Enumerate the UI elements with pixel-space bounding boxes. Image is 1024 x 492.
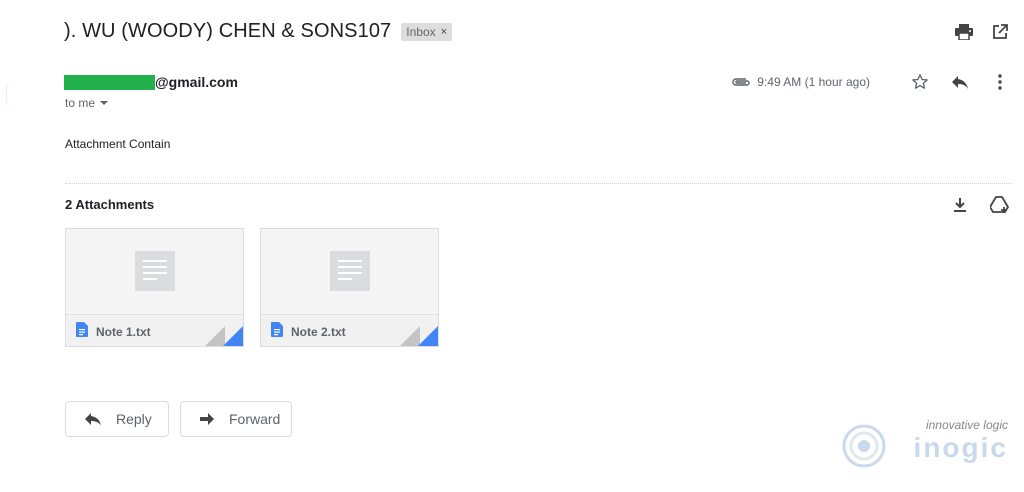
forward-icon [200, 413, 214, 425]
file-corner-fold [400, 326, 438, 346]
forward-button[interactable]: Forward [180, 401, 292, 437]
sender-avatar-edge [6, 80, 16, 110]
attachment-card[interactable]: Note 2.txt [260, 228, 439, 347]
top-toolbar [954, 22, 1010, 42]
chevron-down-icon[interactable] [100, 101, 109, 105]
more-vertical-icon[interactable] [990, 72, 1010, 92]
recipient-details[interactable]: to me [65, 96, 109, 110]
watermark-tagline: innovative logic [925, 418, 1008, 432]
star-icon[interactable] [910, 72, 930, 92]
reply-label: Reply [116, 411, 152, 427]
document-preview-icon [330, 251, 370, 291]
open-in-new-window-icon[interactable] [990, 22, 1010, 42]
file-corner-fold [205, 326, 243, 346]
reply-icon [85, 413, 101, 426]
attachment-name: Note 2.txt [291, 325, 346, 339]
attachment-name: Note 1.txt [96, 325, 151, 339]
paperclip-icon [731, 72, 751, 92]
reply-icon[interactable] [950, 72, 970, 92]
recipient-text: to me [65, 96, 96, 110]
watermark-brand: inogic [913, 432, 1008, 463]
attachments-title: 2 Attachments [65, 197, 155, 212]
document-icon [271, 322, 283, 342]
document-preview-icon [135, 251, 175, 291]
document-icon [76, 322, 88, 342]
watermark-logo: innovative logic inogic [836, 418, 1016, 474]
sender-row: @gmail.com [64, 74, 238, 90]
redacted-sender-name [64, 74, 155, 90]
attachment-preview [261, 229, 438, 315]
attachment-card[interactable]: Note 1.txt [65, 228, 244, 347]
inogic-logo-icon [842, 424, 886, 468]
download-icon[interactable] [950, 195, 970, 215]
remove-label-icon[interactable]: × [441, 26, 447, 38]
add-to-drive-icon[interactable] [990, 195, 1010, 215]
inbox-label-text: Inbox [406, 24, 436, 39]
attachments-toolbar [950, 195, 1010, 215]
message-time: 9:49 AM (1 hour ago) [757, 75, 870, 89]
print-icon[interactable] [954, 22, 974, 42]
email-subject: ). WU (WOODY) CHEN & SONS107 [64, 20, 392, 42]
reply-button[interactable]: Reply [65, 401, 169, 437]
attachment-preview [66, 229, 243, 315]
inbox-label-chip[interactable]: Inbox × [401, 22, 453, 41]
message-body: Attachment Contain [65, 137, 171, 151]
sender-email[interactable]: @gmail.com [155, 74, 238, 90]
attachments-divider [65, 183, 1011, 184]
message-meta: 9:49 AM (1 hour ago) [731, 72, 1010, 92]
forward-label: Forward [229, 411, 281, 427]
subject-row: ). WU (WOODY) CHEN & SONS107 Inbox × [64, 20, 453, 43]
